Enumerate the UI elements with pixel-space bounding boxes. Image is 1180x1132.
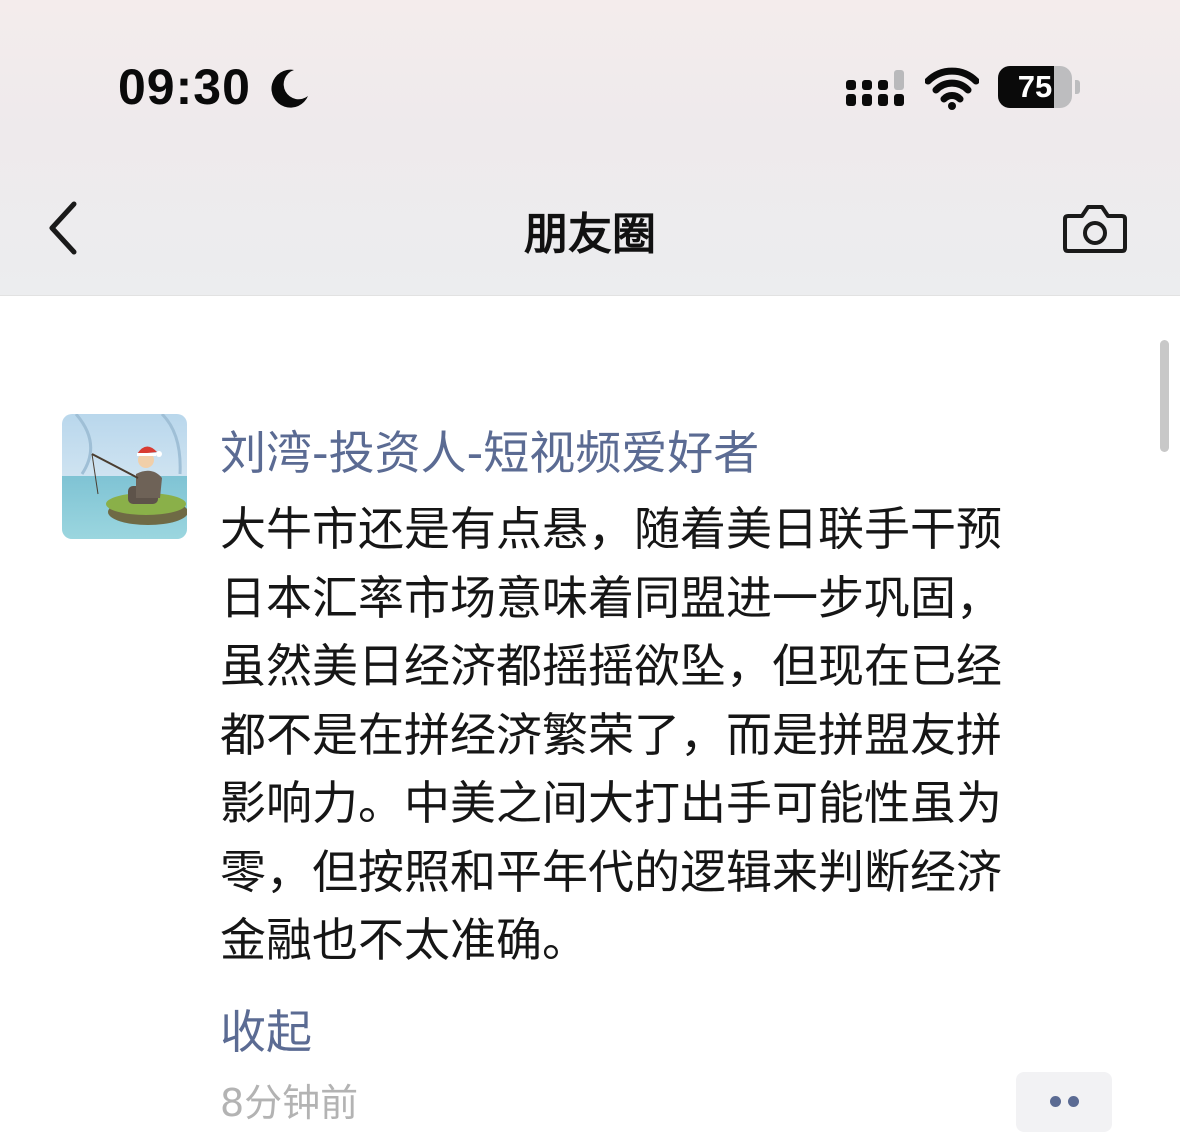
collapse-link[interactable]: 收起 bbox=[220, 996, 312, 1062]
signal-icon bbox=[846, 70, 904, 106]
top-bar: 09:30 75 朋友圈 bbox=[0, 0, 1180, 296]
back-button[interactable] bbox=[40, 196, 90, 260]
post-text-line: 零，但按照和平年代的逻辑来判断经济 bbox=[220, 844, 1002, 899]
post-text-line: 日本汇率市场意味着同盟进一步巩固， bbox=[220, 570, 1002, 625]
chevron-left-icon bbox=[49, 201, 77, 255]
more-actions-button[interactable] bbox=[1016, 1072, 1112, 1132]
moon-icon bbox=[271, 69, 308, 108]
battery-percent: 75 bbox=[1017, 69, 1053, 104]
battery-icon: 75 bbox=[998, 66, 1082, 110]
post-text-line: 金融也不太准确。 bbox=[220, 913, 588, 967]
camera-button[interactable] bbox=[1060, 200, 1130, 258]
status-time: 09:30 bbox=[118, 59, 251, 115]
author-name[interactable]: 刘湾-投资人-短视频爱好者 bbox=[220, 417, 759, 483]
avatar-fisherman-image bbox=[62, 414, 187, 539]
more-dot bbox=[1050, 1096, 1061, 1107]
post-text: 大牛市还是有点悬，随着美日联手干预 日本汇率市场意味着同盟进一步巩固， 虽然美日… bbox=[220, 495, 1080, 975]
camera-icon bbox=[1063, 205, 1127, 253]
battery-body: 75 bbox=[998, 66, 1072, 108]
more-dot bbox=[1068, 1096, 1079, 1107]
wifi-icon bbox=[925, 67, 979, 110]
avatar[interactable] bbox=[62, 414, 187, 539]
scrollbar[interactable] bbox=[1160, 340, 1169, 452]
post-text-line: 虽然美日经济都摇摇欲坠，但现在已经 bbox=[220, 639, 1002, 693]
post-text-line: 都不是在拼经济繁荣了，而是拼盟友拼 bbox=[220, 707, 1002, 762]
post-text-line: 大牛市还是有点悬，随着美日联手干预 bbox=[220, 502, 1002, 556]
post-text-line: 影响力。中美之间大打出手可能性虽为 bbox=[220, 776, 1002, 830]
battery-tip bbox=[1075, 80, 1080, 94]
page-title: 朋友圈 bbox=[524, 209, 656, 260]
